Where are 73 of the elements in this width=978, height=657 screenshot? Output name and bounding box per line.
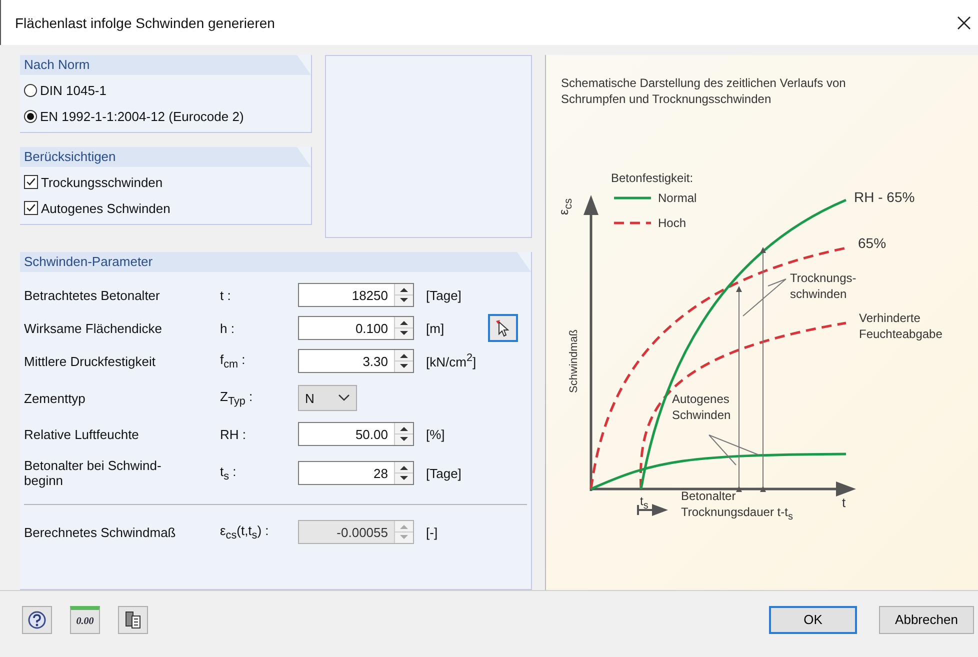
result-field: -0.00055 [298, 520, 414, 544]
number-field[interactable]: 0.100 [298, 316, 414, 340]
number-field[interactable]: 28 [298, 461, 414, 485]
unit-label: [Tage] [425, 288, 462, 302]
parameter-symbol: ε$_{cs}$(t,t$_{s}$) : [220, 522, 270, 542]
parameter-label: Mittlere Druckfestigkeit [24, 354, 156, 368]
curve-label: Autogenes Schwinden [672, 391, 732, 423]
parameter-symbol: Z$_{Typ}$ : [220, 388, 254, 408]
ok-button[interactable]: OK [769, 606, 857, 634]
parameter-symbol: RH : [220, 426, 247, 442]
chevron-icon [338, 394, 350, 402]
decimals-button[interactable]: 0.00 [70, 606, 100, 634]
leader-line [708, 434, 760, 466]
help-icon [27, 610, 47, 630]
export-button[interactable] [118, 606, 148, 634]
curve-label: Trocknungs-schwinden [790, 270, 858, 302]
spin-buttons-icon[interactable] [394, 423, 413, 445]
group-title: Schwinden-Parameter [24, 253, 153, 271]
parameter-symbol: h : [220, 320, 236, 336]
unit-label: [Tage] [425, 466, 462, 480]
parameter-label: Relative Luftfeuchte [24, 426, 140, 442]
group-title: Nach Norm [24, 56, 90, 74]
spin-buttons-icon[interactable] [394, 350, 413, 372]
parameter-label: Betrachtetes Betonalter [24, 288, 161, 302]
note-text: Betonalter [681, 488, 736, 504]
number-field[interactable]: 3.30 [298, 349, 414, 373]
curve-label: Verhinderte Feuchteabgabe [859, 310, 944, 342]
spin-buttons-icon[interactable] [394, 462, 413, 484]
checkbox[interactable] [24, 175, 38, 189]
unit-label: [kN/cm$^{2}$] [425, 352, 478, 370]
parameter-label: Betonalter bei Schwind-beginn [24, 458, 162, 488]
curve-label: 65% [858, 235, 886, 251]
legend-title: Betonfestigkeit: [611, 170, 694, 186]
radio-label[interactable]: DIN 1045-1 [40, 82, 106, 98]
axis-label: Schwindmaß [567, 329, 581, 393]
curve-label: RH - 65% [854, 189, 915, 205]
parameter-label: Zementtyp [24, 390, 86, 406]
number-field[interactable]: 50.00 [298, 422, 414, 446]
axis-tick-label: t$_{s}$ [640, 493, 648, 514]
unit-label: [%] [425, 426, 446, 442]
radio-label[interactable]: EN 1992-1-1:2004-12 (Eurocode 2) [40, 108, 244, 124]
legend-line [614, 222, 651, 224]
spin-buttons-icon[interactable] [394, 284, 413, 306]
duration-arrow [637, 504, 668, 516]
group-title: Berücksichtigen [24, 148, 116, 166]
checkbox-label[interactable]: Trockungsschwinden [41, 174, 163, 190]
checkbox[interactable] [24, 201, 38, 215]
checkbox-label[interactable]: Autogenes Schwinden [41, 200, 170, 216]
unit-label: [m] [425, 320, 446, 336]
cement-type-dropdown[interactable]: N [298, 385, 357, 411]
parameter-label: Wirksame Flächendicke [24, 320, 163, 336]
pick-button[interactable] [488, 314, 518, 342]
window-title: Flächenlast infolge Schwinden generieren [15, 14, 275, 30]
parameter-label: Berechnetes Schwindmaß [24, 524, 177, 540]
help-button[interactable] [22, 606, 52, 634]
legend-line [614, 196, 651, 200]
parameter-symbol: t$_{s}$ : [220, 464, 238, 482]
parameter-symbol: t : [220, 288, 232, 302]
document-icon [124, 610, 142, 630]
number-field[interactable]: 18250 [298, 283, 414, 307]
cursor-icon [494, 319, 512, 337]
unit-label: [-] [425, 524, 439, 540]
spin-buttons-icon[interactable] [394, 317, 413, 339]
parameter-symbol: f$_{cm}$ : [220, 352, 246, 370]
leader-line [742, 278, 786, 316]
cancel-button[interactable]: Abbrechen [879, 606, 974, 634]
axis-label: t [842, 495, 846, 511]
legend-label: Normal [658, 190, 697, 206]
radio-button[interactable] [24, 110, 37, 122]
legend-label: Hoch [658, 215, 686, 231]
diagram-title: Schematische Darstellung des zeitlichen Verlaufs von Schrumpfen und Trocknungsschwinden [561, 75, 847, 107]
note-text: Trocknungsdauer t-t$_{s}$ [681, 504, 793, 524]
radio-button[interactable] [24, 84, 37, 96]
